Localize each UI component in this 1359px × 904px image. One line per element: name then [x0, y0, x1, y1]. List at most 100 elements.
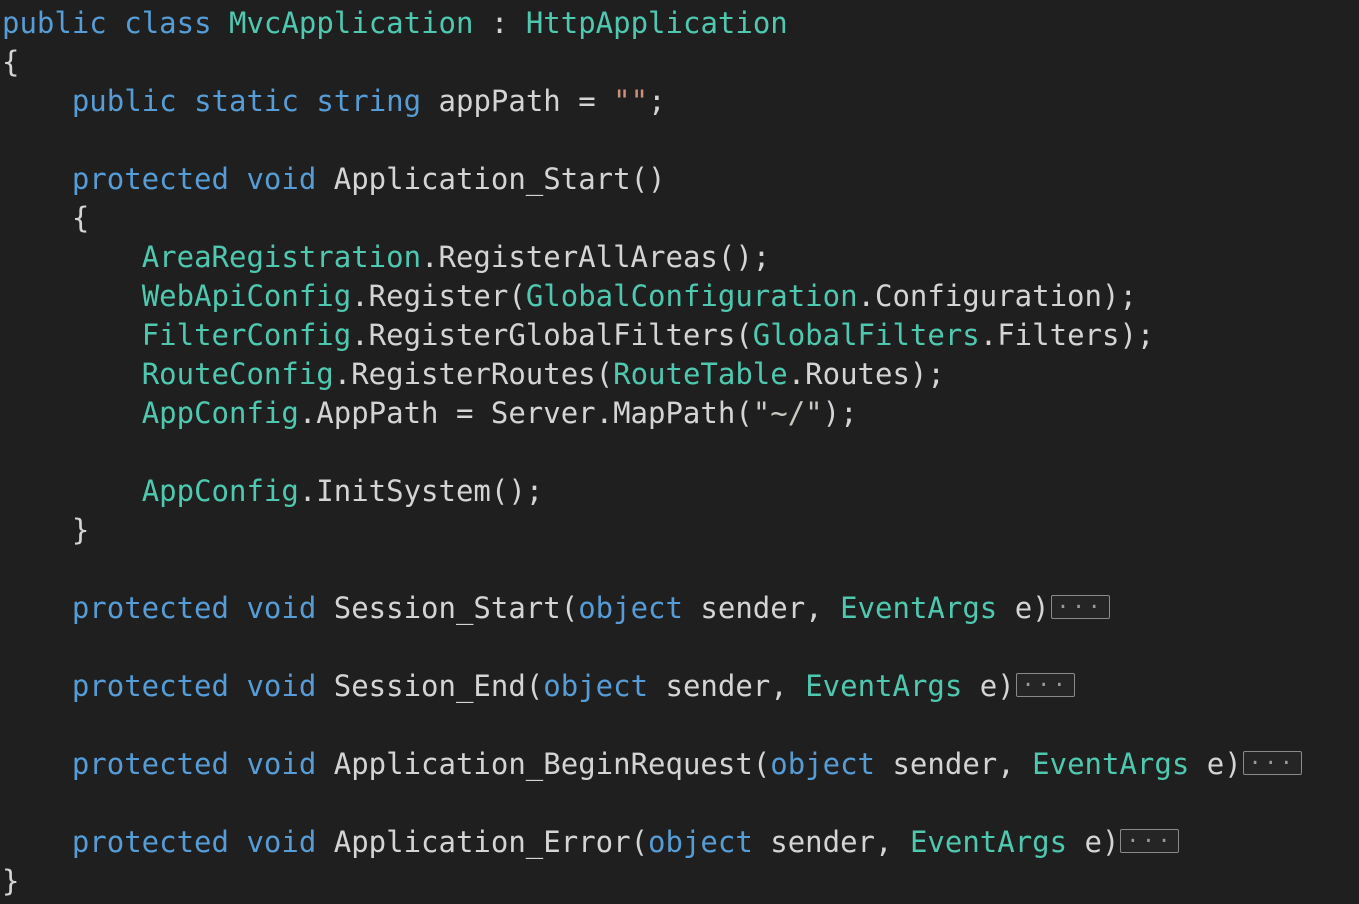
fold-marker-session-end[interactable]: ...	[1015, 669, 1075, 697]
type-eventargs: EventArgs	[909, 825, 1068, 859]
keyword-protected: protected	[71, 162, 229, 196]
call-initsystem: .InitSystem();	[298, 474, 544, 508]
type-filterconfig: FilterConfig	[141, 318, 352, 352]
code-line-blank[interactable]	[0, 706, 1359, 745]
keyword-static: static	[194, 84, 299, 118]
code-line[interactable]: }	[0, 511, 1359, 550]
method-session-end: Session_End(	[316, 669, 544, 703]
code-line-blank[interactable]	[0, 784, 1359, 823]
member-configuration: .Configuration);	[857, 279, 1137, 313]
code-line[interactable]: RouteConfig.RegisterRoutes(RouteTable.Ro…	[0, 355, 1359, 394]
close-paren-semicolon: );	[822, 396, 858, 430]
type-routetable: RouteTable	[613, 357, 788, 391]
keyword-void: void	[246, 162, 317, 196]
code-line-blank[interactable]	[0, 628, 1359, 667]
keyword-protected: protected	[71, 747, 229, 781]
type-appconfig: AppConfig	[141, 474, 299, 508]
fold-marker-label: ...	[1248, 745, 1296, 769]
code-line[interactable]: {	[0, 199, 1359, 238]
param-e: e)	[1189, 747, 1242, 781]
open-brace-class: {	[2, 45, 20, 79]
type-eventargs: EventArgs	[840, 591, 998, 625]
param-sender: sender,	[682, 591, 841, 625]
keyword-protected: protected	[71, 591, 229, 625]
code-line[interactable]: }	[0, 862, 1359, 901]
code-line-blank[interactable]	[0, 121, 1359, 160]
param-e: e)	[962, 669, 1015, 703]
member-filters: .Filters);	[979, 318, 1155, 352]
code-line[interactable]: public static string appPath = "";	[0, 82, 1359, 121]
close-brace-class: }	[2, 864, 20, 898]
method-session-start: Session_Start(	[316, 591, 579, 625]
type-appconfig: AppConfig	[141, 396, 299, 430]
keyword-string: string	[316, 84, 422, 118]
call-register: .Register(	[351, 279, 526, 313]
keyword-public: public	[2, 6, 107, 40]
type-webapiconfig: WebApiConfig	[141, 279, 352, 313]
code-line[interactable]: protected void Session_Start(object send…	[0, 589, 1359, 628]
code-line[interactable]: protected void Application_Start()	[0, 160, 1359, 199]
code-line[interactable]: {	[0, 43, 1359, 82]
code-editor-surface[interactable]: public class MvcApplication : HttpApplic…	[0, 0, 1359, 904]
call-registerglobalfilters: .RegisterGlobalFilters(	[351, 318, 753, 352]
code-line[interactable]: FilterConfig.RegisterGlobalFilters(Globa…	[0, 316, 1359, 355]
semicolon: ;	[648, 84, 666, 118]
fold-marker-label: ...	[1126, 823, 1174, 847]
close-brace-method: }	[2, 513, 90, 547]
code-line[interactable]: AppConfig.InitSystem();	[0, 472, 1359, 511]
string-literal-empty: ""	[613, 84, 649, 118]
param-sender: sender,	[648, 669, 806, 703]
fold-marker-application-beginrequest[interactable]: ...	[1242, 747, 1302, 775]
code-line[interactable]: protected void Application_BeginRequest(…	[0, 745, 1359, 784]
keyword-object: object	[578, 591, 683, 625]
fold-marker-label: ...	[1056, 589, 1104, 613]
type-globalconfiguration: GlobalConfiguration	[525, 279, 858, 313]
open-brace-method: {	[2, 201, 90, 235]
method-application-beginrequest: Application_BeginRequest(	[316, 747, 771, 781]
type-httpapplication: HttpApplication	[525, 6, 788, 40]
keyword-void: void	[246, 747, 317, 781]
field-apppath-declaration: appPath =	[421, 84, 614, 118]
code-line[interactable]: public class MvcApplication : HttpApplic…	[0, 4, 1359, 43]
keyword-void: void	[246, 825, 317, 859]
code-line[interactable]: protected void Application_Error(object …	[0, 823, 1359, 862]
code-line[interactable]: AppConfig.AppPath = Server.MapPath("~/")…	[0, 394, 1359, 433]
param-e: e)	[1067, 825, 1120, 859]
keyword-object: object	[770, 747, 876, 781]
keyword-void: void	[246, 591, 317, 625]
fold-marker-session-start[interactable]: ...	[1050, 591, 1110, 619]
code-line[interactable]: protected void Session_End(object sender…	[0, 667, 1359, 706]
type-arearegistration: AreaRegistration	[141, 240, 422, 274]
param-e: e)	[997, 591, 1050, 625]
code-line-blank[interactable]	[0, 550, 1359, 589]
fold-marker-application-error[interactable]: ...	[1120, 825, 1180, 853]
member-routes: .Routes);	[787, 357, 945, 391]
keyword-protected: protected	[71, 825, 229, 859]
type-eventargs: EventArgs	[805, 669, 963, 703]
keyword-public: public	[71, 84, 177, 118]
code-line[interactable]: WebApiConfig.Register(GlobalConfiguratio…	[0, 277, 1359, 316]
call-registerallareas: .RegisterAllAreas();	[421, 240, 771, 274]
code-line[interactable]: AreaRegistration.RegisterAllAreas();	[0, 238, 1359, 277]
fold-marker-label: ...	[1021, 667, 1069, 691]
assign-apppath-mappath: .AppPath = Server.MapPath(	[298, 396, 753, 430]
type-mvcapplication: MvcApplication	[229, 6, 474, 40]
type-globalfilters: GlobalFilters	[752, 318, 980, 352]
code-line-blank[interactable]	[0, 433, 1359, 472]
call-registerroutes: .RegisterRoutes(	[333, 357, 614, 391]
param-sender: sender,	[752, 825, 910, 859]
